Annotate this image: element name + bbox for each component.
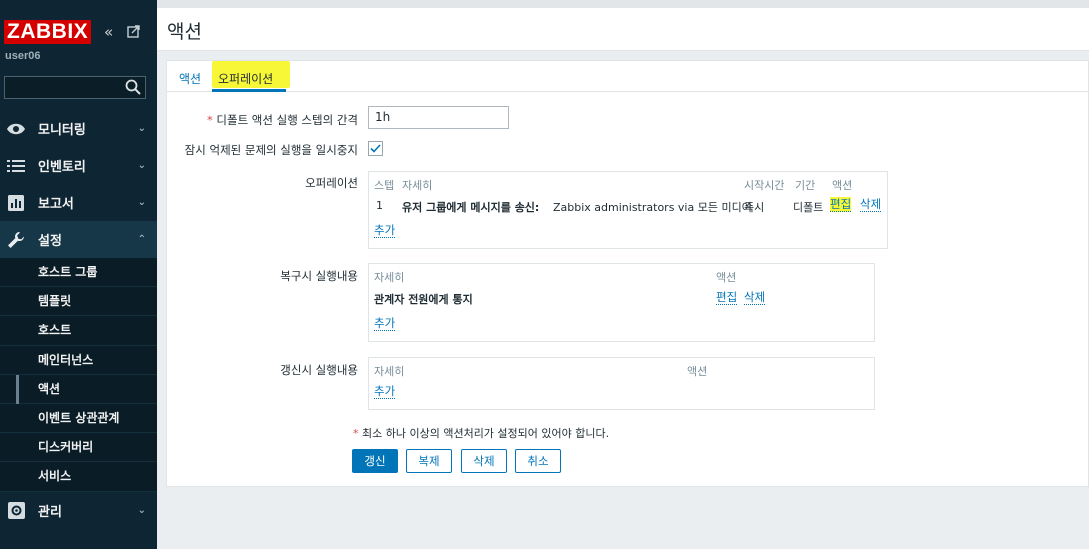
action-form-panel: 액션 오퍼레이션 * 디폴트 액션 실행 스텝의 간격 1h 잠시 억제된 문제… (166, 60, 1089, 487)
required-asterisk: * (207, 113, 217, 127)
active-tab-indicator (212, 89, 286, 92)
logo-row: ZABBIX (4, 20, 92, 44)
update-add-link[interactable]: 추가 (374, 384, 396, 399)
update-operations-label: 갱신시 실행내용 (280, 363, 358, 377)
recovery-detail-cell: 관계자 전원에게 통지 (374, 293, 473, 306)
menu-item-reports[interactable]: 보고서 ⌄ (0, 184, 157, 221)
main-menu: 모니터링 ⌄ 인벤토리 ⌄ 보고서 ⌄ 설정 ⌃ 호스트 그룹 템플릿 호스트 … (0, 110, 157, 529)
column-header-action: 액션 (832, 179, 853, 192)
operation-detail-prefix: 유저 그룹에게 메시지를 송신: (402, 201, 540, 214)
zabbix-logo[interactable]: ZABBIX (4, 20, 92, 44)
column-header-action: 액션 (687, 365, 708, 378)
report-icon (6, 194, 26, 212)
update-operations-table: 자세히 액션 추가 (368, 357, 875, 410)
required-asterisk: * (353, 427, 362, 440)
cancel-button[interactable]: 취소 (515, 449, 561, 473)
recovery-operations-label: 복구시 실행내용 (280, 269, 358, 283)
checkmark-icon (370, 144, 381, 153)
column-header-action: 액션 (716, 271, 737, 284)
submenu-item-discovery[interactable]: 디스커버리 (0, 433, 157, 463)
submenu-item-actions[interactable]: 액션 (0, 374, 157, 404)
column-header-step: 스텝 (374, 179, 395, 192)
pause-suppressed-label: 잠시 억제된 문제의 실행을 일시중지 (184, 143, 358, 157)
recovery-delete-link[interactable]: 삭제 (744, 290, 766, 305)
operation-add-link[interactable]: 추가 (374, 223, 396, 238)
tab-action[interactable]: 액션 (179, 70, 201, 87)
clone-button[interactable]: 복제 (406, 449, 452, 473)
default-step-input[interactable]: 1h (368, 106, 509, 129)
delete-button[interactable]: 삭제 (461, 449, 507, 473)
column-header-start: 시작시간 (744, 179, 785, 192)
menu-item-label: 인벤토리 (38, 160, 86, 175)
submenu-item-host-groups[interactable]: 호스트 그룹 (0, 258, 157, 288)
configuration-submenu: 호스트 그룹 템플릿 호스트 메인터넌스 액션 이벤트 상관관계 디스커버리 서… (0, 258, 157, 492)
browser-top-strip (157, 0, 1089, 8)
operations-label: 오퍼레이션 (305, 176, 358, 190)
operations-table: 스텝 자세히 시작시간 기간 액션 1 유저 그룹에게 메시지를 송신: Zab… (368, 171, 888, 249)
chevron-down-icon: ⌄ (137, 504, 146, 516)
submenu-item-templates[interactable]: 템플릿 (0, 287, 157, 317)
tab-bar: 액션 오퍼레이션 (167, 61, 1088, 92)
column-header-detail: 자세히 (374, 365, 405, 378)
column-header-detail: 자세히 (374, 271, 405, 284)
menu-item-inventory[interactable]: 인벤토리 ⌄ (0, 147, 157, 184)
chevron-down-icon: ⌄ (137, 197, 146, 208)
update-button[interactable]: 갱신 (352, 449, 398, 473)
gear-icon (6, 501, 26, 519)
menu-item-configuration[interactable]: 설정 ⌃ (0, 221, 157, 258)
eye-icon (6, 120, 26, 138)
operation-delete-link[interactable]: 삭제 (860, 197, 882, 212)
operation-step-cell: 1 (376, 199, 383, 212)
kiosk-mode-icon[interactable] (127, 24, 141, 41)
operation-start-cell: 즉시 (744, 201, 765, 214)
submenu-item-services[interactable]: 서비스 (0, 462, 157, 492)
column-header-detail: 자세히 (402, 179, 433, 192)
menu-item-label: 보고서 (38, 197, 74, 212)
username: user06 (5, 50, 41, 62)
chevron-down-icon: ⌄ (137, 160, 146, 171)
collapse-sidebar-icon[interactable]: « (104, 24, 113, 40)
column-header-duration: 기간 (795, 179, 816, 192)
recovery-operations-table: 자세히 액션 관계자 전원에게 통지 편집 삭제 추가 (368, 263, 875, 342)
sidebar-search-input[interactable] (4, 76, 146, 99)
page-title: 액션 (167, 21, 202, 43)
tab-operations[interactable]: 오퍼레이션 (218, 70, 273, 87)
menu-item-label: 모니터링 (38, 123, 86, 138)
sidebar: ZABBIX « user06 모니터링 ⌄ 인벤토리 ⌄ 보고서 ⌄ 설정 ⌃… (0, 0, 157, 549)
submenu-item-maintenance[interactable]: 메인터넌스 (0, 346, 157, 375)
page-header: 액션 (157, 8, 1089, 51)
menu-item-monitoring[interactable]: 모니터링 ⌄ (0, 110, 157, 147)
default-step-label: * 디폴트 액션 실행 스텝의 간격 (207, 113, 358, 127)
wrench-icon (6, 231, 26, 249)
recovery-add-link[interactable]: 추가 (374, 316, 396, 331)
chevron-down-icon: ⌄ (137, 123, 146, 134)
operation-edit-link[interactable]: 편집 (830, 197, 852, 212)
chevron-up-icon: ⌃ (137, 234, 146, 245)
pause-suppressed-checkbox[interactable] (368, 141, 383, 156)
menu-item-label: 설정 (38, 234, 62, 249)
required-note: * 최소 하나 이상의 액션처리가 설정되어 있어야 합니다. (353, 427, 610, 440)
list-icon (6, 157, 26, 175)
menu-item-label: 관리 (38, 504, 62, 520)
submenu-item-hosts[interactable]: 호스트 (0, 316, 157, 346)
search-icon[interactable] (125, 79, 141, 95)
submenu-item-event-correlation[interactable]: 이벤트 상관관계 (0, 404, 157, 434)
operation-duration-cell: 디폴트 (793, 201, 824, 214)
menu-item-administration[interactable]: 관리 ⌄ (0, 492, 157, 529)
recovery-edit-link[interactable]: 편집 (716, 290, 738, 305)
operation-detail-rest: Zabbix administrators via 모든 미디어 (553, 201, 752, 214)
